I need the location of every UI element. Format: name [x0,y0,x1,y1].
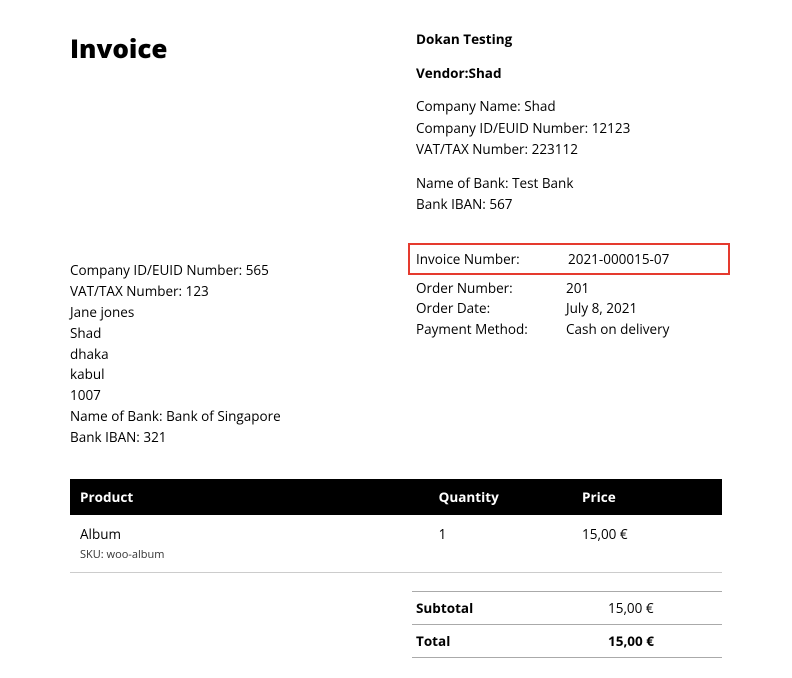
top-section: Invoice Company ID/EUID Number: 565 VAT/… [70,30,722,449]
invoice-meta: Invoice Number: 2021-000015-07 Order Num… [416,243,722,339]
td-product: Album SKU: woo-album [70,515,429,573]
vendor-bank-name: Name of Bank: Test Bank [416,174,722,194]
left-column: Invoice Company ID/EUID Number: 565 VAT/… [70,30,376,449]
buyer-company-id: Company ID/EUID Number: 565 [70,261,376,280]
order-date-row: Order Date: July 8, 2021 [416,298,722,318]
order-date-label: Order Date: [416,298,566,318]
store-name: Dokan Testing [416,30,722,50]
vendor-store-block: Dokan Testing [416,30,722,50]
order-number-row: Order Number: 201 [416,278,722,298]
buyer-bank-iban: Bank IBAN: 321 [70,428,376,447]
invoice-page: Invoice Company ID/EUID Number: 565 VAT/… [0,0,792,678]
buyer-name: Jane jones [70,303,376,322]
sku-label: SKU: [80,547,104,562]
th-price: Price [572,479,722,515]
vendor-bank-iban: Bank IBAN: 567 [416,195,722,215]
total-label: Total [416,632,608,650]
buyer-vat: VAT/TAX Number: 123 [70,282,376,301]
order-date-value: July 8, 2021 [566,298,722,318]
buyer-block: Company ID/EUID Number: 565 VAT/TAX Numb… [70,261,376,447]
order-number-value: 201 [566,278,722,298]
page-title: Invoice [70,30,376,66]
buyer-bank-name: Name of Bank: Bank of Singapore [70,407,376,426]
th-product: Product [70,479,429,515]
payment-method-value: Cash on delivery [566,319,722,339]
invoice-number-row: Invoice Number: 2021-000015-07 [408,243,730,275]
td-quantity: 1 [429,515,572,573]
table-header-row: Product Quantity Price [70,479,722,515]
invoice-number-value: 2021-000015-07 [568,249,722,269]
total-row: Total 15,00 € [412,624,722,658]
buyer-postal: 1007 [70,386,376,405]
vendor-company-name: Company Name: Shad [416,97,722,117]
td-price: 15,00 € [572,515,722,573]
order-number-label: Order Number: [416,278,566,298]
right-column: Dokan Testing Vendor:Shad Company Name: … [416,30,722,339]
totals-block: Subtotal 15,00 € Total 15,00 € [412,591,722,658]
subtotal-row: Subtotal 15,00 € [412,591,722,624]
vendor-bank-block: Name of Bank: Test Bank Bank IBAN: 567 [416,174,722,215]
subtotal-value: 15,00 € [608,599,718,617]
subtotal-label: Subtotal [416,599,608,617]
vendor-vat: VAT/TAX Number: 223112 [416,140,722,160]
buyer-line3: kabul [70,365,376,384]
products-section: Product Quantity Price Album SKU: woo-al… [70,479,722,658]
buyer-line2: dhaka [70,345,376,364]
th-quantity: Quantity [429,479,572,515]
product-name: Album [80,525,121,543]
vendor-name-block: Vendor:Shad [416,64,722,84]
product-sku: SKU: woo-album [80,547,419,568]
table-row: Album SKU: woo-album 1 15,00 € [70,515,722,573]
vendor-company-block: Company Name: Shad Company ID/EUID Numbe… [416,97,722,160]
vendor-company-id: Company ID/EUID Number: 12123 [416,119,722,139]
payment-method-label: Payment Method: [416,319,566,339]
sku-value: woo-album [107,547,165,562]
vendor-line: Vendor:Shad [416,64,722,84]
payment-method-row: Payment Method: Cash on delivery [416,319,722,339]
buyer-line1: Shad [70,324,376,343]
items-table: Product Quantity Price Album SKU: woo-al… [70,479,722,573]
total-value: 15,00 € [608,632,718,650]
invoice-number-label: Invoice Number: [416,249,568,269]
